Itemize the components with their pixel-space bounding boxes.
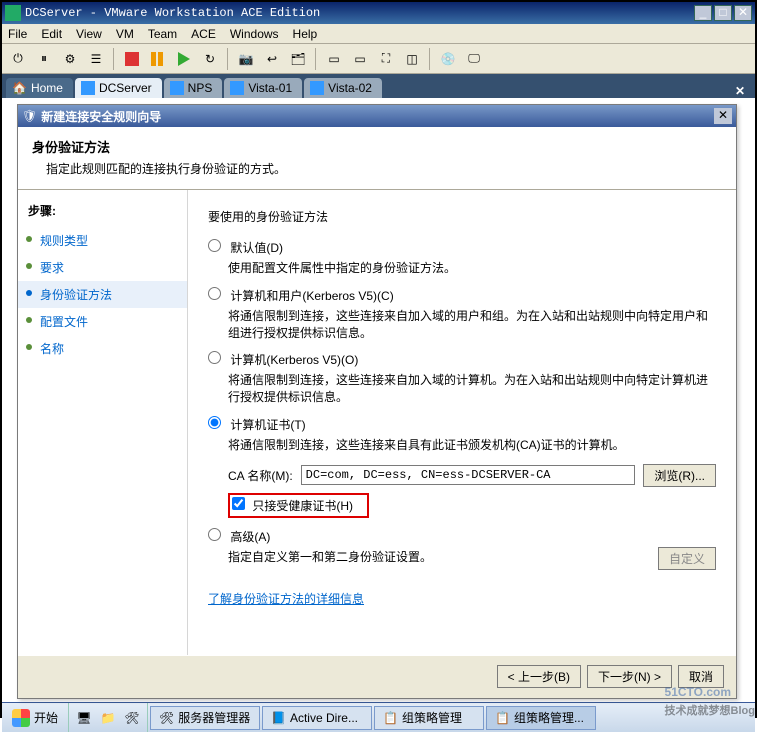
ca-input[interactable] bbox=[301, 465, 636, 485]
cancel-button[interactable]: 取消 bbox=[678, 665, 724, 688]
radio-comp[interactable]: 计算机(Kerberos V5)(O) bbox=[208, 353, 358, 367]
next-button[interactable]: 下一步(N) > bbox=[587, 665, 672, 688]
tool-unity[interactable]: ◫ bbox=[400, 47, 424, 71]
task-gpm2[interactable]: 📋 组策略管理... bbox=[486, 706, 596, 730]
vcr-restart[interactable]: ↻ bbox=[198, 47, 222, 71]
task-activedir[interactable]: 📘 Active Dire... bbox=[262, 706, 372, 730]
tab-vista01[interactable]: Vista-01 bbox=[224, 78, 302, 98]
ca-label: CA 名称(M): bbox=[228, 467, 293, 484]
menubar: File Edit View VM Team ACE Windows Help bbox=[2, 24, 755, 44]
menu-team[interactable]: Team bbox=[148, 27, 177, 41]
radio-advanced[interactable]: 高级(A) bbox=[208, 530, 270, 544]
menu-windows[interactable]: Windows bbox=[230, 27, 279, 41]
menu-vm[interactable]: VM bbox=[116, 27, 134, 41]
desc-default: 使用配置文件属性中指定的身份验证方法。 bbox=[228, 260, 716, 277]
step-profile[interactable]: 配置文件 bbox=[18, 308, 187, 335]
steps-title: 步骤: bbox=[18, 202, 187, 227]
tool-settings[interactable]: ⚙ bbox=[58, 47, 82, 71]
step-requirements[interactable]: 要求 bbox=[18, 254, 187, 281]
vmware-titlebar: DCServer - VMware Workstation ACE Editio… bbox=[2, 2, 755, 24]
tool-snapshot-mgr[interactable]: 🗂 bbox=[286, 47, 310, 71]
wizard-close-button[interactable]: ✕ bbox=[714, 108, 732, 124]
customize-button: 自定义 bbox=[658, 547, 716, 570]
wizard-titlebar: 🛡 新建连接安全规则向导 ✕ bbox=[18, 105, 736, 127]
tab-home[interactable]: 🏠 Home bbox=[6, 78, 73, 98]
toolbar: ⏻ ⏸ ⚙ ☰ ↻ 📷 ↩ 🗂 ▭ ▭ ⛶ ◫ 💿 🖵 bbox=[2, 44, 755, 74]
wizard-title-text: 新建连接安全规则向导 bbox=[41, 108, 710, 125]
desc-cert: 将通信限制到连接，这些连接来自具有此证书颁发机构(CA)证书的计算机。 bbox=[228, 437, 716, 454]
menu-view[interactable]: View bbox=[76, 27, 102, 41]
start-button[interactable]: 开始 bbox=[2, 703, 69, 732]
vmware-title-text: DCServer - VMware Workstation ACE Editio… bbox=[25, 6, 694, 20]
menu-ace[interactable]: ACE bbox=[191, 27, 216, 41]
wizard-footer: < 上一步(B) 下一步(N) > 取消 bbox=[18, 655, 736, 697]
desc-advanced: 指定自定义第一和第二身份验证设置。 自定义 bbox=[228, 549, 716, 566]
tool-fullscreen[interactable]: ⛶ bbox=[374, 47, 398, 71]
vcr-play[interactable] bbox=[172, 47, 196, 71]
tool-poweroff[interactable]: ⏻ bbox=[6, 47, 30, 71]
tool-suspend[interactable]: ⏸ bbox=[32, 47, 56, 71]
menu-edit[interactable]: Edit bbox=[41, 27, 62, 41]
guest-desktop: ↖ 🛡 新建连接安全规则向导 ✕ 身份验证方法 指定此规则匹配的连接执行身份验证… bbox=[2, 98, 755, 702]
tabs-close-icon[interactable]: ✕ bbox=[729, 84, 751, 98]
learnmore-link[interactable]: 了解身份验证方法的详细信息 bbox=[208, 590, 364, 607]
checkbox-healthcert[interactable]: 只接受健康证书(H) bbox=[232, 499, 353, 513]
tool-revert[interactable]: ↩ bbox=[260, 47, 284, 71]
maximize-button[interactable]: □ bbox=[714, 5, 732, 21]
step-authmethod[interactable]: 身份验证方法 bbox=[18, 281, 187, 308]
tool-view1[interactable]: ▭ bbox=[322, 47, 346, 71]
tab-nps[interactable]: NPS bbox=[164, 78, 223, 98]
healthcert-highlight: 只接受健康证书(H) bbox=[228, 493, 369, 518]
vcr-stop[interactable] bbox=[120, 47, 144, 71]
wizard-steps: 步骤: 规则类型 要求 身份验证方法 配置文件 名称 bbox=[18, 190, 188, 655]
ql-servermanager-icon[interactable]: 🛠 bbox=[121, 707, 143, 729]
back-button[interactable]: < 上一步(B) bbox=[497, 665, 581, 688]
tab-dcserver[interactable]: DCServer bbox=[75, 78, 162, 98]
taskbar: 开始 🖥 📁 🛠 🛠 服务器管理器 📘 Active Dire... 📋 组策略… bbox=[2, 702, 755, 732]
step-name[interactable]: 名称 bbox=[18, 335, 187, 362]
radio-cert[interactable]: 计算机证书(T) bbox=[208, 418, 306, 432]
minimize-button[interactable]: _ bbox=[694, 5, 712, 21]
wizard-window: 🛡 新建连接安全规则向导 ✕ 身份验证方法 指定此规则匹配的连接执行身份验证的方… bbox=[17, 104, 737, 699]
browse-button[interactable]: 浏览(R)... bbox=[643, 464, 716, 487]
wizard-header-desc: 指定此规则匹配的连接执行身份验证的方式。 bbox=[46, 160, 722, 177]
tool-sidebar[interactable]: ☰ bbox=[84, 47, 108, 71]
menu-file[interactable]: File bbox=[8, 27, 27, 41]
task-servermanager[interactable]: 🛠 服务器管理器 bbox=[150, 706, 260, 730]
radio-compuser[interactable]: 计算机和用户(Kerberos V5)(C) bbox=[208, 289, 394, 303]
quick-launch: 🖥 📁 🛠 bbox=[69, 703, 148, 732]
wizard-content: 要使用的身份验证方法 默认值(D) 使用配置文件属性中指定的身份验证方法。 计算… bbox=[188, 190, 736, 655]
wizard-header-title: 身份验证方法 bbox=[32, 137, 722, 156]
tool-view2[interactable]: ▭ bbox=[348, 47, 372, 71]
vmware-icon bbox=[5, 5, 21, 21]
tool-capture[interactable]: 🖵 bbox=[462, 47, 486, 71]
wizard-header: 身份验证方法 指定此规则匹配的连接执行身份验证的方式。 bbox=[18, 127, 736, 190]
tool-cd[interactable]: 💿 bbox=[436, 47, 460, 71]
tab-vista02[interactable]: Vista-02 bbox=[304, 78, 382, 98]
ql-explorer-icon[interactable]: 📁 bbox=[97, 707, 119, 729]
desc-compuser: 将通信限制到连接，这些连接来自加入域的用户和组。为在入站和出站规则中向特定用户和… bbox=[228, 308, 716, 342]
tool-snapshot[interactable]: 📷 bbox=[234, 47, 258, 71]
shield-icon: 🛡 bbox=[22, 109, 37, 123]
step-ruletype[interactable]: 规则类型 bbox=[18, 227, 187, 254]
vcr-pause[interactable] bbox=[146, 47, 170, 71]
content-lead: 要使用的身份验证方法 bbox=[208, 208, 716, 225]
ql-showdesktop-icon[interactable]: 🖥 bbox=[73, 707, 95, 729]
task-gpm1[interactable]: 📋 组策略管理 bbox=[374, 706, 484, 730]
close-button[interactable]: ✕ bbox=[734, 5, 752, 21]
vm-tabs: 🏠 Home DCServer NPS Vista-01 Vista-02 ✕ bbox=[2, 74, 755, 98]
desc-comp: 将通信限制到连接，这些连接来自加入域的计算机。为在入站和出站规则中向特定计算机进… bbox=[228, 372, 716, 406]
menu-help[interactable]: Help bbox=[293, 27, 318, 41]
radio-default[interactable]: 默认值(D) bbox=[208, 241, 283, 255]
